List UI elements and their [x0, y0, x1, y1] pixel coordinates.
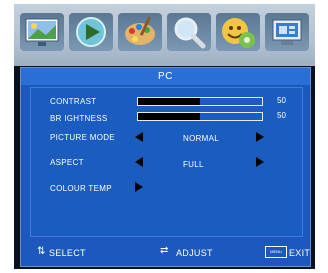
select-hint: SELECT — [49, 248, 86, 258]
computer-icon[interactable] — [265, 13, 309, 51]
picture-mode-left-arrow-icon[interactable] — [135, 132, 143, 142]
aspect-value: FULL — [183, 160, 204, 169]
exit-hint: EXIT — [289, 248, 311, 258]
picture-icon[interactable] — [20, 13, 64, 51]
magnifier-icon[interactable] — [167, 13, 211, 51]
contrast-value: 50 — [277, 96, 286, 105]
contrast-slider[interactable] — [137, 97, 263, 106]
face-icon[interactable] — [216, 13, 260, 51]
osd-frame: PC CONTRAST 50 BR IGHTNESS 50 PICTURE MO… — [14, 4, 315, 269]
contrast-slider-fill — [138, 98, 200, 105]
icon-bar — [14, 4, 315, 66]
picture-mode-label: PICTURE MODE — [50, 133, 115, 142]
play-icon[interactable] — [69, 13, 113, 51]
aspect-left-arrow-icon[interactable] — [135, 157, 143, 167]
contrast-label: CONTRAST — [50, 97, 97, 106]
colour-temp-label: COLOUR TEMP — [50, 184, 112, 193]
screen-title: PC — [21, 68, 310, 85]
palette-icon[interactable] — [118, 13, 162, 51]
brightness-value: 50 — [277, 111, 286, 120]
settings-panel: CONTRAST 50 BR IGHTNESS 50 PICTURE MODE … — [30, 87, 303, 237]
picture-mode-value: NORMAL — [183, 134, 220, 143]
brightness-slider-fill — [138, 113, 200, 120]
aspect-label: ASPECT — [50, 158, 84, 167]
brightness-label: BR IGHTNESS — [50, 114, 108, 123]
adjust-arrows-icon: ⇄ — [160, 245, 169, 256]
menu-key-icon: MENU — [265, 246, 287, 258]
footer-hints: ⇅ SELECT ⇄ ADJUST MENU EXIT — [21, 242, 310, 262]
brightness-slider[interactable] — [137, 112, 263, 121]
settings-screen: PC CONTRAST 50 BR IGHTNESS 50 PICTURE MO… — [20, 67, 311, 267]
aspect-right-arrow-icon[interactable] — [256, 157, 264, 167]
updown-arrows-icon: ⇅ — [37, 246, 46, 257]
picture-mode-right-arrow-icon[interactable] — [256, 132, 264, 142]
colour-temp-arrow-icon[interactable] — [135, 182, 143, 192]
adjust-hint: ADJUST — [176, 248, 213, 258]
